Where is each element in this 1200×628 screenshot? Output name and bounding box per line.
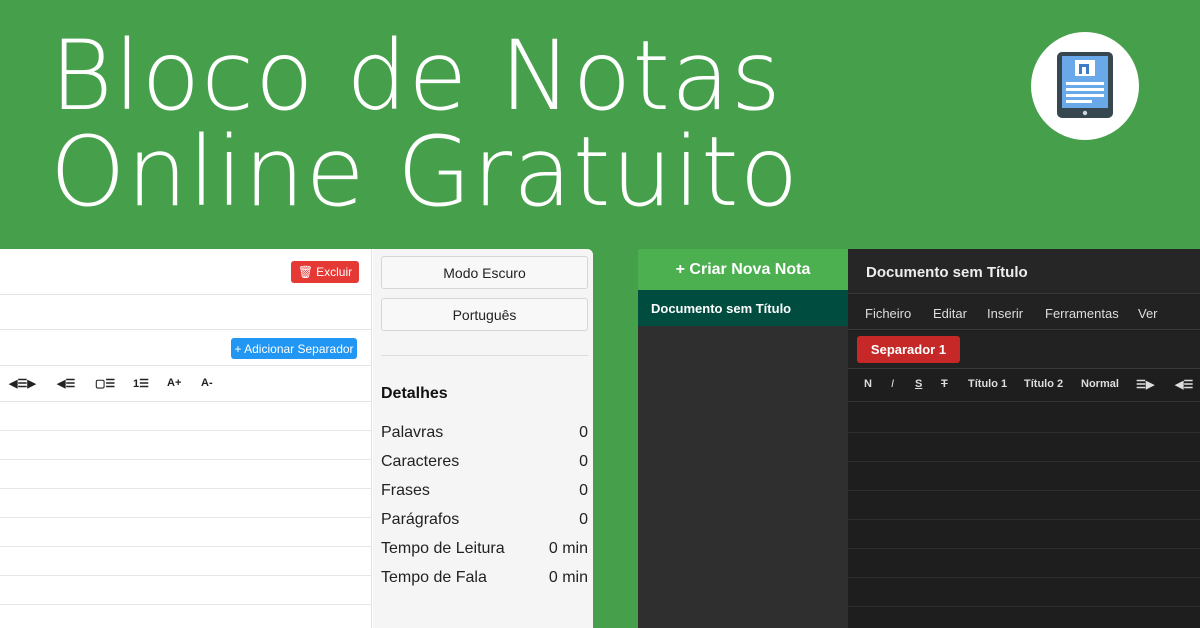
menu-edit[interactable]: Editar [933,306,967,321]
details-title: Detalhes [381,385,448,402]
dark-header: Documento sem Título [848,249,1200,294]
sidebar-divider [381,355,588,356]
hero-title-line-1: Bloco de Notas [50,20,782,132]
hero-title-line-2: Online Gratuito [50,116,800,228]
language-button[interactable]: Português [381,298,588,331]
numbered-list-button[interactable]: 1☰ [133,377,149,390]
dark-notes-sidebar: + Criar Nova Nota Documento sem Título [638,249,848,628]
document-title[interactable]: Documento sem Título [866,264,1028,281]
separator-tabs: Separador 1 [848,331,1200,369]
align-right-button[interactable]: ☰▶ [1136,378,1154,391]
menu-file[interactable]: Ficheiro [865,306,911,321]
dark-format-toolbar: N I S T Título 1 Título 2 Normal ☰▶ ◀☰ [848,370,1200,402]
dark-mode-button[interactable]: Modo Escuro [381,256,588,289]
hero-title: Bloco de Notas Online Gratuito [50,28,799,220]
detail-row-characters: Caracteres 0 [381,453,588,470]
menu-tools[interactable]: Ferramentas [1045,306,1119,321]
heading-2-button[interactable]: Título 2 [1024,378,1063,390]
light-mode-app: 🗑 Excluir + Adicionar Separador ◀☰▶ ◀☰ ▢… [0,249,593,628]
decrease-font-button[interactable]: A- [201,377,213,389]
trash-icon: 🗑 [297,265,314,279]
italic-button[interactable]: I [891,378,894,390]
detail-row-sentences: Frases 0 [381,482,588,499]
light-format-toolbar: ◀☰▶ ◀☰ ▢☰ 1☰ A+ A- [0,366,372,402]
align-left-button[interactable]: ◀☰ [1175,378,1193,391]
strikethrough-button[interactable]: T [941,378,948,390]
app-logo [1031,32,1139,140]
detail-row-paragraphs: Parágrafos 0 [381,511,588,528]
tab-separator-1[interactable]: Separador 1 [857,336,960,363]
light-header: 🗑 Excluir [0,249,372,295]
light-menu-bar [0,295,372,330]
align-left-button[interactable]: ◀☰ [57,377,75,390]
normal-text-button[interactable]: Normal [1081,378,1119,390]
detail-row-words: Palavras 0 [381,424,588,441]
bold-button[interactable]: N [864,378,872,390]
delete-button[interactable]: 🗑 Excluir [291,261,359,283]
menu-bar: Ficheiro Editar Inserir Ferramentas Ver [848,295,1200,330]
note-list-item[interactable]: Documento sem Título [638,290,848,326]
light-editor: 🗑 Excluir + Adicionar Separador ◀☰▶ ◀☰ ▢… [0,249,372,628]
menu-insert[interactable]: Inserir [987,306,1023,321]
detail-row-reading-time: Tempo de Leitura 0 min [381,540,588,557]
notebook-tablet-icon [1057,52,1113,118]
heading-1-button[interactable]: Título 1 [968,378,1007,390]
add-separator-button[interactable]: + Adicionar Separador [231,338,357,359]
underline-button[interactable]: S [915,378,922,390]
create-note-button[interactable]: + Criar Nova Nota [638,249,848,290]
increase-font-button[interactable]: A+ [167,377,181,389]
details-sidebar: Modo Escuro Português Detalhes Palavras … [373,249,593,628]
bullet-list-button[interactable]: ▢☰ [95,377,115,390]
detail-row-speaking-time: Tempo de Fala 0 min [381,569,588,586]
menu-view[interactable]: Ver [1138,306,1158,321]
align-center-button[interactable]: ◀☰▶ [9,377,36,390]
light-tabs-bar: + Adicionar Separador [0,330,372,366]
dark-editor: Documento sem Título Ficheiro Editar Ins… [848,249,1200,628]
